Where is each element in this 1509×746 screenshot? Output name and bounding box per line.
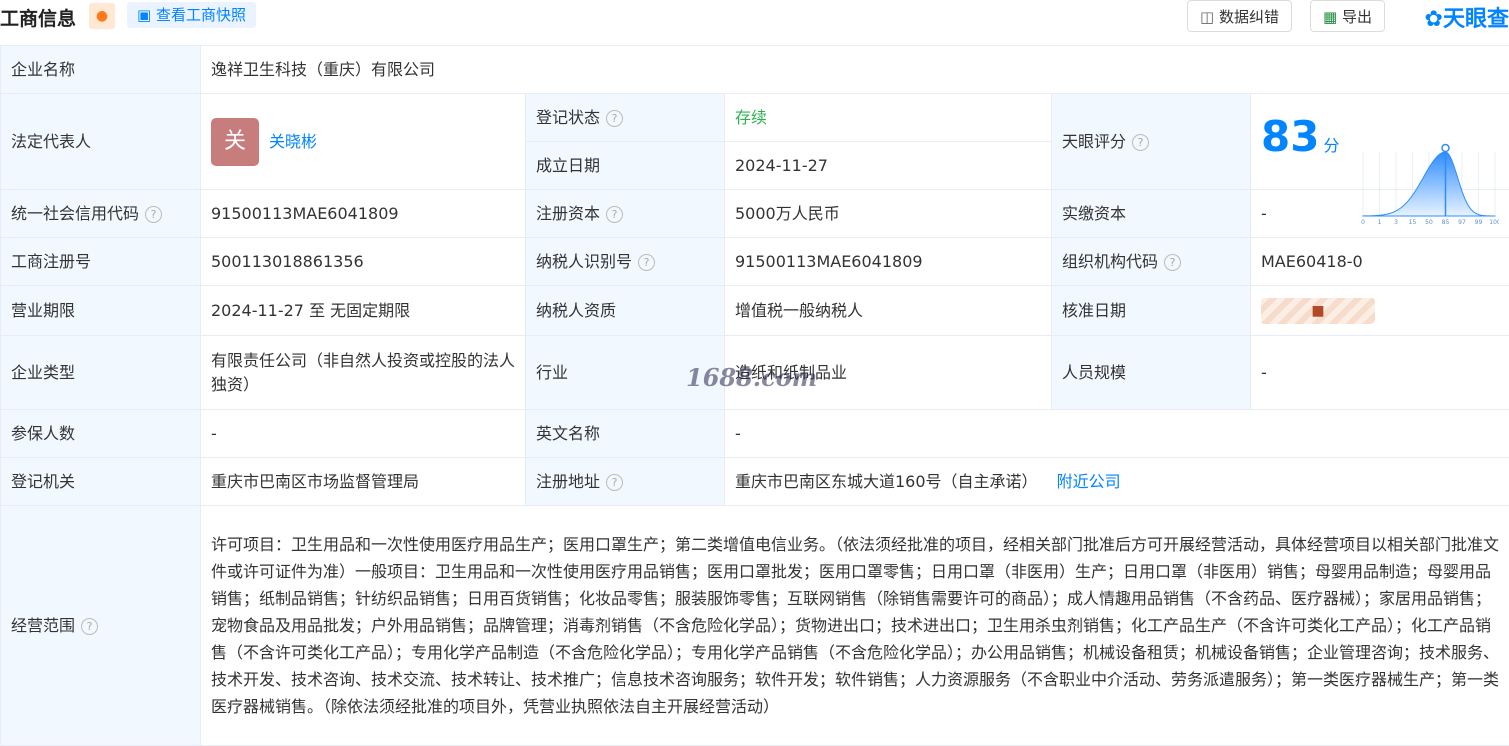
score-cell[interactable]: 83 分 0 1 3 15 50 85 97 99 100 xyxy=(1249,93,1509,226)
watermark: 1688.com xyxy=(686,363,818,392)
snapshot-label: 查看工商快照 xyxy=(155,6,246,24)
authority-label: 登记机关 xyxy=(0,457,201,506)
en-name-value: - xyxy=(723,409,1509,458)
reg-status-value: 存续 xyxy=(724,93,1052,142)
insured-label: 参保人数 xyxy=(0,409,201,458)
section-header: 工商信息 ● ▣ 查看工商快照 ◫ 数据纠错 ▦ 导出 ✿天眼查 xyxy=(0,0,1509,34)
table-row: 企业名称 逸祥卫生科技（重庆）有限公司 xyxy=(0,45,1509,94)
en-name-label: 英文名称 xyxy=(525,409,725,458)
score-label: 天眼评分? xyxy=(1051,93,1251,190)
scope-label: 经营范围? xyxy=(0,505,201,746)
term-value: 2024-11-27 至 无固定期限 xyxy=(200,285,526,336)
help-icon[interactable]: ? xyxy=(638,253,656,271)
data-correction-label: 数据纠错 xyxy=(1218,8,1279,26)
company-name-value: 逸祥卫生科技（重庆）有限公司 xyxy=(199,45,1509,94)
paid-capital-label: 实缴资本 xyxy=(1051,189,1251,238)
legal-rep-cell: 关关晓彬 xyxy=(200,93,526,190)
help-icon[interactable]: ? xyxy=(1132,133,1150,151)
tick-label: 0 xyxy=(1361,219,1365,226)
avatar: 关 xyxy=(211,117,259,166)
export-label: 导出 xyxy=(1341,8,1372,26)
tax-quality-value: 增值税一般纳税人 xyxy=(724,285,1052,336)
org-code-value: MAE60418-0 xyxy=(1249,237,1509,286)
table-row: 营业期限 2024-11-27 至 无固定期限 纳税人资质 增值税一般纳税人 核… xyxy=(0,285,1509,336)
type-value: 有限责任公司（非自然人投资或控股的法人独资） xyxy=(200,335,526,410)
approve-date-cell: ■ xyxy=(1249,285,1509,336)
brand-logo: ✿天眼查 xyxy=(1424,7,1509,32)
address-label: 注册地址? xyxy=(525,457,725,506)
help-icon[interactable]: ? xyxy=(606,205,624,223)
biz-reg-no-label: 工商注册号 xyxy=(0,237,201,286)
tick-label: 85 xyxy=(1441,219,1449,226)
tick-label: 1 xyxy=(1377,219,1381,226)
tick-label: 97 xyxy=(1458,219,1466,226)
reg-status-label: 登记状态? xyxy=(525,93,725,142)
legal-rep-label: 法定代表人 xyxy=(0,93,201,190)
table-row: 参保人数 - 英文名称 - xyxy=(0,409,1509,458)
tick-label: 15 xyxy=(1408,219,1416,226)
score-unit: 分 xyxy=(1323,136,1340,155)
reg-capital-label: 注册资本? xyxy=(525,189,725,238)
company-name-label: 企业名称 xyxy=(0,45,201,94)
staff-label: 人员规模 xyxy=(1051,335,1251,410)
export-button[interactable]: ▦ 导出 xyxy=(1310,0,1385,32)
tianyancha-logo-icon: ✿ xyxy=(1424,7,1443,32)
help-icon[interactable]: ? xyxy=(606,473,624,491)
excel-icon: ▦ xyxy=(1323,8,1338,26)
table-row: 法定代表人 关关晓彬 登记状态? 存续 天眼评分? 83 分 0 1 3 15 … xyxy=(0,93,1509,226)
help-icon[interactable]: ? xyxy=(1164,253,1182,271)
help-icon[interactable]: ? xyxy=(145,205,163,223)
help-icon[interactable]: ? xyxy=(81,617,99,635)
score-distribution-chart: 0 1 3 15 50 85 97 99 100 xyxy=(1361,143,1499,226)
est-date-value: 2024-11-27 xyxy=(724,141,1052,190)
snapshot-button[interactable]: ▣ 查看工商快照 xyxy=(127,2,256,28)
biz-reg-no-value: 500113018861356 xyxy=(200,237,526,286)
org-code-label: 组织机构代码? xyxy=(1051,237,1251,286)
score-marker-dot xyxy=(1440,143,1450,152)
table-row: 统一社会信用代码? 91500113MAE6041809 注册资本? 5000万… xyxy=(0,189,1509,238)
taxpayer-id-label: 纳税人识别号? xyxy=(525,237,725,286)
table-row: 登记机关 重庆市巴南区市场监督管理局 注册地址? 重庆市巴南区东城大道160号（… xyxy=(0,457,1509,506)
section-title: 工商信息 xyxy=(0,8,77,30)
tick-label: 50 xyxy=(1425,219,1433,226)
staff-value: - xyxy=(1249,335,1509,410)
chart-tick-labels: 0 1 3 15 50 85 97 99 100 xyxy=(1361,219,1499,226)
tax-quality-label: 纳税人资质 xyxy=(525,285,725,336)
taxpayer-id-value: 91500113MAE6041809 xyxy=(724,237,1052,286)
tick-label: 99 xyxy=(1474,219,1482,226)
scope-value: 许可项目：卫生用品和一次性使用医疗用品生产；医用口罩生产；第二类增值电信业务。（… xyxy=(199,505,1509,746)
approve-date-label: 核准日期 xyxy=(1051,285,1251,336)
reg-capital-value: 5000万人民币 xyxy=(724,189,1052,238)
authority-value: 重庆市巴南区市场监督管理局 xyxy=(200,457,526,506)
nearby-companies-link[interactable]: 附近公司 xyxy=(1057,472,1121,491)
tick-label: 100 xyxy=(1489,219,1499,226)
credit-code-label: 统一社会信用代码? xyxy=(0,189,201,238)
type-label: 企业类型 xyxy=(0,335,201,410)
table-row: 经营范围? 许可项目：卫生用品和一次性使用医疗用品生产；医用口罩生产；第二类增值… xyxy=(0,505,1509,746)
locked-value[interactable]: ■ xyxy=(1261,297,1375,324)
address-value: 重庆市巴南区东城大道160号（自主承诺） 附近公司 xyxy=(723,457,1509,506)
legal-rep-link[interactable]: 关晓彬 xyxy=(269,132,317,151)
est-date-label: 成立日期 xyxy=(525,141,725,190)
credit-code-value: 91500113MAE6041809 xyxy=(200,189,526,238)
data-correction-button[interactable]: ◫ 数据纠错 xyxy=(1187,0,1292,32)
insured-value: - xyxy=(200,409,526,458)
business-info-table: 企业名称 逸祥卫生科技（重庆）有限公司 法定代表人 关关晓彬 登记状态? 存续 … xyxy=(0,45,1509,746)
bell-icon[interactable]: ● xyxy=(89,3,115,29)
edit-doc-icon: ◫ xyxy=(1200,8,1215,26)
score-value: 83 xyxy=(1261,112,1320,161)
camera-icon: ▣ xyxy=(137,6,152,24)
table-row: 工商注册号 500113018861356 纳税人识别号? 91500113MA… xyxy=(0,237,1509,286)
lock-icon: ■ xyxy=(1311,302,1325,319)
help-icon[interactable]: ? xyxy=(606,109,624,127)
tick-label: 3 xyxy=(1394,219,1398,226)
term-label: 营业期限 xyxy=(0,285,201,336)
